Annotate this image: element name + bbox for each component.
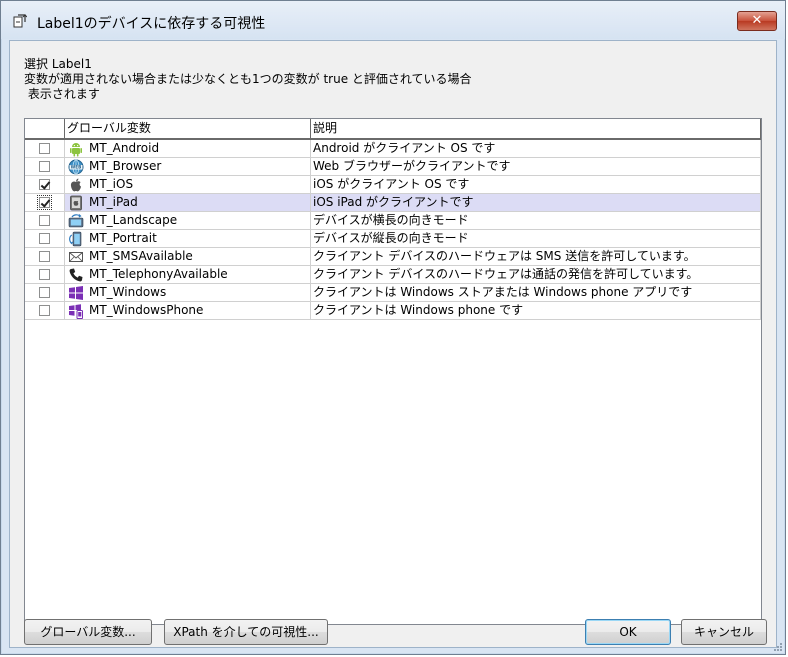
visibility-dialog-icon xyxy=(13,14,27,28)
row-name-cell: MT_iOS xyxy=(65,176,311,194)
row-checkbox[interactable] xyxy=(39,233,50,244)
ok-button[interactable]: OK xyxy=(585,619,671,645)
table-row[interactable]: MT_SMSAvailable クライアント デバイスのハードウェアは SMS … xyxy=(25,248,761,266)
row-description: iOS iPad がクライアントです xyxy=(311,194,761,212)
row-check-cell xyxy=(25,284,65,302)
dialog-window: Label1のデバイスに依存する可視性 ✕ 選択 Label1 変数が適用されな… xyxy=(0,0,786,655)
row-name-cell: MT_Windows xyxy=(65,284,311,302)
row-check-cell xyxy=(25,266,65,284)
windows-logo-icon xyxy=(69,286,83,300)
row-checkbox[interactable] xyxy=(39,197,50,208)
close-icon: ✕ xyxy=(751,13,763,28)
table-row[interactable]: MT_Windows クライアントは Windows ストアまたは Window… xyxy=(25,284,761,302)
table-row[interactable]: MT_TelephonyAvailable クライアント デバイスのハードウェア… xyxy=(25,266,761,284)
windows-phone-icon xyxy=(69,304,83,319)
row-description: Web ブラウザーがクライアントです xyxy=(311,158,761,176)
apple-icon xyxy=(70,178,81,192)
row-name-cell: MT_Portrait xyxy=(65,230,311,248)
envelope-icon xyxy=(69,252,83,262)
table-row[interactable]: MT_Android Android がクライアント OS です xyxy=(25,140,761,158)
column-header-check[interactable] xyxy=(25,119,65,138)
ipad-icon xyxy=(70,195,82,211)
table-row[interactable]: WEB MT_Browser Web ブラウザーがクライアントです xyxy=(25,158,761,176)
window-title: Label1のデバイスに依存する可視性 xyxy=(37,16,266,32)
global-variables-button[interactable]: グローバル変数... xyxy=(24,619,152,645)
row-check-cell xyxy=(25,158,65,176)
row-name-cell: MT_iPad xyxy=(65,194,311,212)
table-row[interactable]: MT_Landscape デバイスが横長の向きモード xyxy=(25,212,761,230)
row-name: MT_iPad xyxy=(89,195,138,209)
row-check-cell xyxy=(25,176,65,194)
row-checkbox[interactable] xyxy=(39,179,50,190)
table-row[interactable]: MT_WindowsPhone クライアントは Windows phone です xyxy=(25,302,761,320)
portrait-device-icon xyxy=(69,231,82,247)
row-check-cell xyxy=(25,212,65,230)
row-name: MT_Windows xyxy=(89,285,167,299)
row-description: デバイスが横長の向きモード xyxy=(311,212,761,230)
row-checkbox[interactable] xyxy=(39,305,50,316)
row-name-cell: MT_WindowsPhone xyxy=(65,302,311,320)
row-name: MT_TelephonyAvailable xyxy=(89,267,228,281)
row-checkbox[interactable] xyxy=(39,251,50,262)
row-checkbox[interactable] xyxy=(39,269,50,280)
row-description: iOS がクライアント OS です xyxy=(311,176,761,194)
row-check-cell xyxy=(25,302,65,320)
row-checkbox[interactable] xyxy=(39,143,50,154)
row-name: MT_Browser xyxy=(89,159,162,173)
svg-text:WEB: WEB xyxy=(71,165,82,170)
column-header-global-variable[interactable]: グローバル変数 xyxy=(65,119,311,138)
xpath-visibility-button[interactable]: XPath を介しての可視性... xyxy=(164,619,328,645)
row-checkbox[interactable] xyxy=(39,215,50,226)
row-name: MT_Android xyxy=(89,141,160,155)
resize-grip-icon[interactable] xyxy=(773,642,783,652)
description-text: 選択 Label1 変数が適用されない場合または少なくとも1つの変数が true… xyxy=(24,57,472,102)
row-checkbox[interactable] xyxy=(39,287,50,298)
close-button[interactable]: ✕ xyxy=(737,11,777,31)
row-description: クライアント デバイスのハードウェアは SMS 送信を許可しています。 xyxy=(311,248,761,266)
row-name: MT_Portrait xyxy=(89,231,157,245)
description-line-3: 表示されます xyxy=(24,87,100,101)
description-line-2: 変数が適用されない場合または少なくとも1つの変数が true と評価されている場… xyxy=(24,72,472,86)
phone-icon xyxy=(69,268,83,282)
row-description: クライアントは Windows ストアまたは Windows phone アプリ… xyxy=(311,284,761,302)
column-header-description[interactable]: 説明 xyxy=(311,119,761,138)
row-checkbox[interactable] xyxy=(39,161,50,172)
landscape-device-icon xyxy=(68,214,84,228)
row-check-cell xyxy=(25,248,65,266)
row-check-cell xyxy=(25,230,65,248)
table-row-selected[interactable]: MT_iPad iOS iPad がクライアントです xyxy=(25,194,761,212)
description-line-1: 選択 Label1 xyxy=(24,57,92,71)
row-description: Android がクライアント OS です xyxy=(311,140,761,158)
variables-grid[interactable]: グローバル変数 説明 MT_Android Android がクライアント OS… xyxy=(24,118,762,625)
row-name: MT_iOS xyxy=(89,177,134,191)
row-name-cell: WEB MT_Browser xyxy=(65,158,311,176)
title-bar[interactable]: Label1のデバイスに依存する可視性 ✕ xyxy=(1,1,785,39)
grid-header: グローバル変数 説明 xyxy=(25,119,761,140)
row-description: デバイスが縦長の向きモード xyxy=(311,230,761,248)
android-icon xyxy=(70,143,82,157)
row-description: クライアント デバイスのハードウェアは通話の発信を許可しています。 xyxy=(311,266,761,284)
row-name-cell: MT_Landscape xyxy=(65,212,311,230)
row-name: MT_Landscape xyxy=(89,213,178,227)
row-name-cell: MT_TelephonyAvailable xyxy=(65,266,311,284)
row-name: MT_SMSAvailable xyxy=(89,249,193,263)
dialog-content: 選択 Label1 変数が適用されない場合または少なくとも1つの変数が true… xyxy=(9,40,777,648)
row-check-cell xyxy=(25,140,65,158)
row-description: クライアントは Windows phone です xyxy=(311,302,761,320)
web-browser-icon: WEB xyxy=(68,159,84,175)
cancel-button[interactable]: キャンセル xyxy=(681,619,767,645)
row-name: MT_WindowsPhone xyxy=(89,303,204,317)
row-name-cell: MT_Android xyxy=(65,140,311,158)
row-check-cell xyxy=(25,194,65,212)
table-row[interactable]: MT_Portrait デバイスが縦長の向きモード xyxy=(25,230,761,248)
row-name-cell: MT_SMSAvailable xyxy=(65,248,311,266)
table-row[interactable]: MT_iOS iOS がクライアント OS です xyxy=(25,176,761,194)
